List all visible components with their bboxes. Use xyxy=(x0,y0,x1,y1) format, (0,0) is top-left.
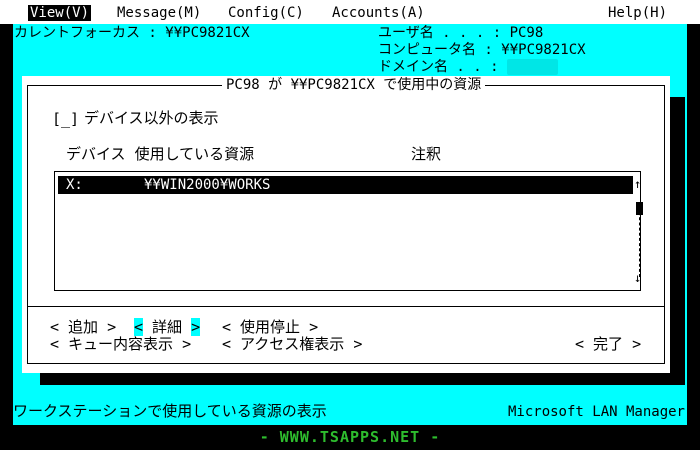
column-header-comment: 注釈 xyxy=(411,145,442,163)
resources-dialog: PC98 が ¥¥PC9821CX で使用中の資源 [_] デバイス以外の表示 … xyxy=(22,76,670,373)
show-access-button[interactable]: < アクセス権表示 > xyxy=(222,335,362,353)
product-name: Microsoft LAN Manager xyxy=(507,404,685,420)
non-device-checkbox-label: デバイス以外の表示 xyxy=(84,109,219,127)
column-header-device: デバイス 使用している資源 xyxy=(66,145,255,163)
menu-config[interactable]: Config(C) xyxy=(228,5,304,21)
site-watermark: - WWW.TSAPPS.NET - xyxy=(259,428,441,446)
domain-name: ドメイン名 . . : DOMAIN xyxy=(378,59,558,75)
detail-button-label: 詳細 xyxy=(143,318,192,336)
add-button[interactable]: < 追加 > xyxy=(50,318,116,336)
dialog-title: PC98 が ¥¥PC9821CX で使用中の資源 xyxy=(222,76,486,94)
menu-bar: View(V) Message(M) Config(C) Accounts(A)… xyxy=(0,0,700,24)
non-device-checkbox[interactable]: [_] xyxy=(52,110,79,128)
domain-name-value: DOMAIN xyxy=(507,59,558,75)
resource-list[interactable]: X: ¥¥WIN2000¥WORKS ↑ ↓ xyxy=(54,171,643,291)
scroll-up-icon[interactable]: ↑ xyxy=(634,178,641,190)
stop-using-button[interactable]: < 使用停止 > xyxy=(222,318,318,336)
user-name: ユーザ名 . . . : PC98 xyxy=(378,25,544,41)
scroll-down-icon[interactable]: ↓ xyxy=(634,272,641,284)
menu-message[interactable]: Message(M) xyxy=(117,5,201,21)
menu-help[interactable]: Help(H) xyxy=(608,5,667,21)
current-focus: カレントフォーカス : ¥¥PC9821CX xyxy=(14,25,250,41)
domain-name-label: ドメイン名 . . : xyxy=(378,59,499,75)
list-item-resource: ¥¥WIN2000¥WORKS xyxy=(144,177,271,193)
list-item[interactable]: X: ¥¥WIN2000¥WORKS xyxy=(58,176,633,194)
detail-button-open: < xyxy=(134,318,144,336)
button-divider xyxy=(27,306,665,307)
status-message: ワークステーションで使用している資源の表示 xyxy=(13,402,327,420)
show-queue-button[interactable]: < キュー内容表示 > xyxy=(50,335,191,353)
done-button[interactable]: < 完了 > xyxy=(575,335,641,353)
menu-view[interactable]: View(V) xyxy=(28,5,92,21)
list-item-device: X: xyxy=(66,177,83,193)
computer-name: コンピュータ名 : ¥¥PC9821CX xyxy=(378,42,586,58)
detail-button-close: > xyxy=(191,318,201,336)
menu-accounts[interactable]: Accounts(A) xyxy=(332,5,425,21)
scrollbar-track[interactable] xyxy=(639,207,640,277)
detail-button[interactable]: < 詳細 > xyxy=(134,318,201,336)
